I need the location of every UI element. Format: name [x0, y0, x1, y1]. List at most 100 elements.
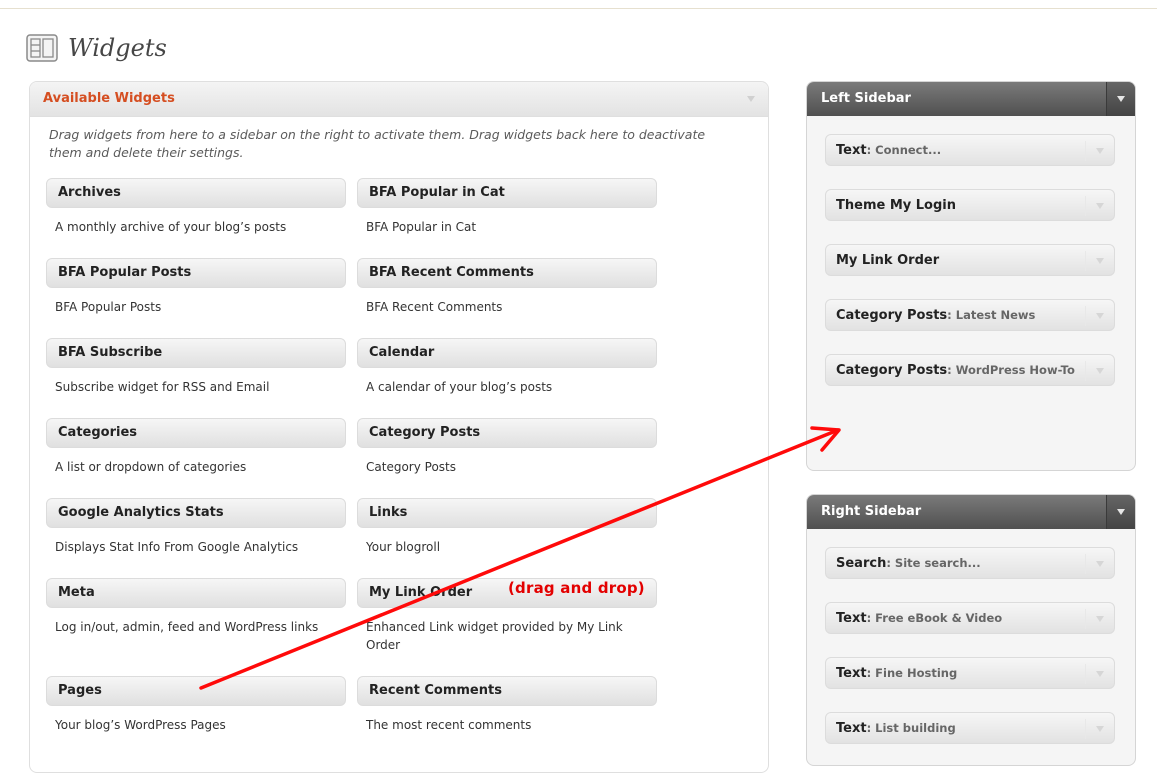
widget-title[interactable]: Meta — [46, 578, 346, 608]
widget-description: A monthly archive of your blog’s posts — [55, 220, 287, 234]
expand-arrow-icon[interactable] — [1096, 203, 1104, 209]
divider — [1085, 719, 1086, 739]
sidebar-widget-label: My Link Order — [836, 253, 1086, 268]
widget-description: Log in/out, admin, feed and WordPress li… — [55, 620, 319, 634]
sidebar-widget-text-fine-hosting[interactable]: Text: Fine Hosting — [825, 657, 1115, 689]
widget-name: Text — [836, 143, 867, 158]
widget-subtitle: : WordPress How-To — [947, 363, 1075, 377]
chevron-down-icon — [1117, 509, 1125, 515]
widget-description: Enhanced Link widget provided by My Link… — [366, 620, 623, 652]
sidebar-widget-text-connect[interactable]: Text: Connect... — [825, 134, 1115, 166]
widget-name: Theme My Login — [836, 198, 956, 213]
available-widgets-title: Available Widgets — [43, 91, 175, 106]
divider — [1085, 664, 1086, 684]
widget-subtitle: : Connect... — [866, 143, 942, 157]
widget-title[interactable]: Recent Comments — [357, 676, 657, 706]
widget-description: A calendar of your blog’s posts — [366, 380, 553, 394]
widget-name: Category Posts — [836, 363, 948, 378]
right-sidebar-title: Right Sidebar — [821, 504, 922, 519]
expand-arrow-icon[interactable] — [1096, 368, 1104, 374]
sidebar-widget-label: Theme My Login — [836, 198, 1086, 213]
sidebar-widget-label: Text: Connect... — [836, 143, 1086, 158]
sidebar-widget-label: Category Posts: Latest News — [836, 308, 1086, 323]
widget-name: Text — [836, 721, 867, 736]
available-widgets-header[interactable]: Available Widgets — [30, 82, 768, 117]
sidebar-widget-text-list-building[interactable]: Text: List building — [825, 712, 1115, 744]
widget-name: Text — [836, 611, 867, 626]
top-divider — [0, 8, 1157, 9]
widget-name: Category Posts — [836, 308, 948, 323]
divider — [1085, 141, 1086, 161]
widget-title[interactable]: Categories — [46, 418, 346, 448]
sidebar-widget-category-posts-wordpress-howto[interactable]: Category Posts: WordPress How-To — [825, 354, 1115, 386]
expand-arrow-icon[interactable] — [1096, 616, 1104, 622]
widget-categories[interactable]: Categories A list or dropdown of categor… — [46, 418, 346, 476]
widget-subtitle: : List building — [866, 721, 956, 735]
widget-description: Subscribe widget for RSS and Email — [55, 380, 270, 394]
drag-and-drop-annotation: (drag and drop) — [508, 579, 645, 597]
right-sidebar-panel[interactable]: Right Sidebar Search: Site search... Tex… — [806, 494, 1136, 766]
widget-title[interactable]: Category Posts — [357, 418, 657, 448]
sidebar-widget-category-posts-latest-news[interactable]: Category Posts: Latest News — [825, 299, 1115, 331]
widget-links[interactable]: Links Your blogroll — [357, 498, 657, 556]
widget-subtitle: : Site search... — [886, 556, 981, 570]
widget-title[interactable]: Google Analytics Stats — [46, 498, 346, 528]
widget-description: The most recent comments — [366, 718, 532, 732]
divider — [1085, 251, 1086, 271]
left-sidebar-toggle[interactable] — [1106, 82, 1135, 116]
widget-google-analytics-stats[interactable]: Google Analytics Stats Displays Stat Inf… — [46, 498, 346, 556]
widget-description: Your blogroll — [366, 540, 441, 554]
left-sidebar-header[interactable]: Left Sidebar — [807, 82, 1135, 116]
widget-title[interactable]: Pages — [46, 676, 346, 706]
divider — [1085, 306, 1086, 326]
collapse-arrow-icon[interactable] — [746, 95, 756, 103]
chevron-down-icon — [1117, 96, 1125, 102]
widget-title[interactable]: Archives — [46, 178, 346, 208]
expand-arrow-icon[interactable] — [1096, 313, 1104, 319]
widget-description: BFA Recent Comments — [366, 300, 503, 314]
widget-pages[interactable]: Pages Your blog’s WordPress Pages — [46, 676, 346, 734]
widget-bfa-subscribe[interactable]: BFA Subscribe Subscribe widget for RSS a… — [46, 338, 346, 396]
page-title: Widgets — [68, 34, 167, 62]
widget-title[interactable]: BFA Subscribe — [46, 338, 346, 368]
expand-arrow-icon[interactable] — [1096, 726, 1104, 732]
divider — [1085, 196, 1086, 216]
expand-arrow-icon[interactable] — [1096, 258, 1104, 264]
widget-subtitle: : Fine Hosting — [866, 666, 958, 680]
sidebar-widget-label: Category Posts: WordPress How-To — [836, 363, 1094, 378]
expand-arrow-icon[interactable] — [1096, 148, 1104, 154]
left-sidebar-panel[interactable]: Left Sidebar Text: Connect... Theme My L… — [806, 81, 1136, 471]
right-sidebar-toggle[interactable] — [1106, 495, 1135, 529]
sidebar-widget-label: Text: Free eBook & Video — [836, 611, 1086, 626]
widget-archives[interactable]: Archives A monthly archive of your blog’… — [46, 178, 346, 236]
widget-description: BFA Popular Posts — [55, 300, 162, 314]
widget-description: Category Posts — [366, 460, 456, 474]
sidebar-widget-theme-my-login[interactable]: Theme My Login — [825, 189, 1115, 221]
sidebar-widget-search[interactable]: Search: Site search... — [825, 547, 1115, 579]
widget-name: Search — [836, 556, 887, 571]
widget-bfa-popular-in-cat[interactable]: BFA Popular in Cat BFA Popular in Cat — [357, 178, 657, 236]
widget-calendar[interactable]: Calendar A calendar of your blog’s posts — [357, 338, 657, 396]
right-sidebar-header[interactable]: Right Sidebar — [807, 495, 1135, 529]
widget-subtitle: : Latest News — [947, 308, 1036, 322]
widget-title[interactable]: BFA Popular Posts — [46, 258, 346, 288]
widget-description: BFA Popular in Cat — [366, 220, 477, 234]
widget-meta[interactable]: Meta Log in/out, admin, feed and WordPre… — [46, 578, 346, 636]
widget-title[interactable]: Calendar — [357, 338, 657, 368]
sidebar-widget-my-link-order[interactable]: My Link Order — [825, 244, 1115, 276]
widget-title[interactable]: Links — [357, 498, 657, 528]
widget-description: A list or dropdown of categories — [55, 460, 247, 474]
divider — [1085, 361, 1086, 381]
divider — [1085, 609, 1086, 629]
expand-arrow-icon[interactable] — [1096, 671, 1104, 677]
widget-description: Displays Stat Info From Google Analytics — [55, 540, 299, 554]
sidebar-widget-text-free-ebook[interactable]: Text: Free eBook & Video — [825, 602, 1115, 634]
widget-name: Text — [836, 666, 867, 681]
widget-bfa-recent-comments[interactable]: BFA Recent Comments BFA Recent Comments — [357, 258, 657, 316]
widget-recent-comments[interactable]: Recent Comments The most recent comments — [357, 676, 657, 734]
widget-bfa-popular-posts[interactable]: BFA Popular Posts BFA Popular Posts — [46, 258, 346, 316]
widget-category-posts[interactable]: Category Posts Category Posts — [357, 418, 657, 476]
widget-title[interactable]: BFA Popular in Cat — [357, 178, 657, 208]
widget-title[interactable]: BFA Recent Comments — [357, 258, 657, 288]
expand-arrow-icon[interactable] — [1096, 561, 1104, 567]
